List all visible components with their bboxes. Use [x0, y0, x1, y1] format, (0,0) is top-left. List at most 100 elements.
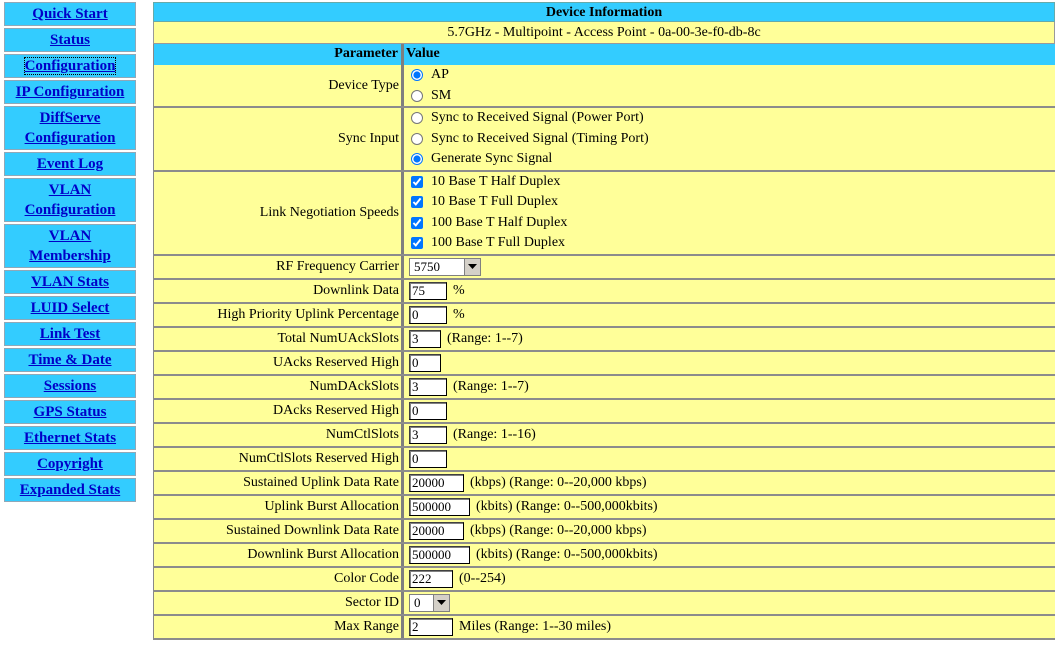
downlink-burst-input[interactable] — [409, 545, 470, 564]
nav-quick-start[interactable]: Quick Start — [4, 2, 136, 26]
total-uack-input[interactable] — [409, 329, 441, 348]
sync-power-port-radio[interactable] — [411, 112, 423, 125]
nav-vlan-membership[interactable]: VLAN Membership — [4, 224, 136, 268]
total-uack-range: (Range: 1--7) — [447, 330, 523, 346]
hp-uplink-input[interactable] — [409, 305, 447, 324]
row-link-speeds: Link Negotiation Speeds 10 Base T Half D… — [153, 171, 1055, 256]
nav-diffserve-line-2[interactable]: Configuration — [25, 130, 116, 146]
nav-ethernet-stats-link[interactable]: Ethernet Stats — [24, 430, 116, 446]
nav-event-log-link[interactable]: Event Log — [37, 156, 103, 172]
speed-10-full-option[interactable]: 10 Base T Full Duplex — [409, 192, 567, 213]
nav-copyright-link[interactable]: Copyright — [37, 456, 103, 472]
device-config-panel: Device Information 5.7GHz - Multipoint -… — [153, 2, 1055, 640]
color-code-label: Color Code — [154, 567, 404, 590]
uplink-burst-label: Uplink Burst Allocation — [154, 495, 404, 518]
speed-100-half-option[interactable]: 100 Base T Half Duplex — [409, 213, 567, 234]
speed-10-half-option[interactable]: 10 Base T Half Duplex — [409, 172, 567, 193]
nav-vlan-stats[interactable]: VLAN Stats — [4, 270, 136, 294]
device-type-sm-radio[interactable] — [411, 89, 423, 102]
device-type-ap-option[interactable]: AP — [409, 65, 451, 86]
value-header: Value — [406, 46, 440, 61]
nav-sessions-link[interactable]: Sessions — [44, 378, 97, 394]
chevron-down-icon[interactable] — [433, 594, 449, 611]
numctl-high-input[interactable] — [409, 449, 447, 468]
nav-copyright[interactable]: Copyright — [4, 452, 136, 476]
device-type-ap-radio[interactable] — [411, 69, 423, 82]
hp-uplink-unit: % — [453, 306, 465, 322]
sync-timing-port-radio[interactable] — [411, 132, 423, 145]
sync-timing-port-option[interactable]: Sync to Received Signal (Timing Port) — [409, 129, 649, 150]
nav-ip-configuration-link[interactable]: IP Configuration — [16, 84, 125, 100]
rf-carrier-select[interactable]: 5750 — [409, 257, 481, 276]
row-sustained-downlink: Sustained Downlink Data Rate (kbps) (Ran… — [153, 519, 1055, 544]
chevron-down-icon[interactable] — [464, 258, 480, 275]
sector-id-label: Sector ID — [154, 591, 404, 614]
sector-id-select[interactable]: 0 — [409, 593, 450, 612]
numdack-label: NumDAckSlots — [154, 375, 404, 398]
nav-vlan-config-line-1[interactable]: VLAN — [49, 182, 92, 198]
nav-gps-status[interactable]: GPS Status — [4, 400, 136, 424]
speed-100-half-checkbox[interactable] — [411, 216, 423, 229]
sustained-downlink-input[interactable] — [409, 521, 464, 540]
speed-100-full-checkbox[interactable] — [411, 237, 423, 250]
dacks-high-input[interactable] — [409, 401, 447, 420]
device-type-sm-option[interactable]: SM — [409, 86, 451, 107]
nav-time-date-link[interactable]: Time & Date — [28, 352, 111, 368]
speed-10-full-checkbox[interactable] — [411, 196, 423, 209]
sync-power-port-option[interactable]: Sync to Received Signal (Power Port) — [409, 108, 649, 129]
device-info-subtitle: 5.7GHz - Multipoint - Access Point - 0a-… — [153, 22, 1055, 44]
nav-link-test-link[interactable]: Link Test — [40, 326, 100, 342]
uplink-burst-input[interactable] — [409, 497, 470, 516]
numdack-input[interactable] — [409, 377, 447, 396]
nav-expanded-stats[interactable]: Expanded Stats — [4, 478, 136, 502]
nav-ip-configuration[interactable]: IP Configuration — [4, 80, 136, 104]
sustained-uplink-input[interactable] — [409, 473, 464, 492]
nav-gps-status-link[interactable]: GPS Status — [34, 404, 107, 420]
nav-configuration-link[interactable]: Configuration — [23, 57, 117, 75]
color-code-input[interactable] — [409, 569, 453, 588]
downlink-data-input[interactable] — [409, 281, 447, 300]
nav-expanded-stats-link[interactable]: Expanded Stats — [20, 482, 120, 498]
nav-vlan-membership-line-2[interactable]: Membership — [29, 248, 111, 264]
numctl-label: NumCtlSlots — [154, 423, 404, 446]
downlink-burst-label: Downlink Burst Allocation — [154, 543, 404, 566]
nav-time-date[interactable]: Time & Date — [4, 348, 136, 372]
nav-vlan-stats-link[interactable]: VLAN Stats — [31, 274, 109, 290]
speed-10-half-checkbox[interactable] — [411, 175, 423, 188]
link-speeds-label: Link Negotiation Speeds — [154, 171, 404, 254]
nav-diffserve-line-1[interactable]: DiffServe — [40, 110, 101, 126]
generate-sync-option[interactable]: Generate Sync Signal — [409, 149, 649, 170]
numctl-input[interactable] — [409, 425, 447, 444]
nav-ethernet-stats[interactable]: Ethernet Stats — [4, 426, 136, 450]
row-sustained-uplink: Sustained Uplink Data Rate (kbps) (Range… — [153, 471, 1055, 496]
device-type-sm-text: SM — [431, 87, 452, 103]
nav-configuration[interactable]: Configuration — [4, 54, 136, 78]
nav-quick-start-link[interactable]: Quick Start — [32, 6, 107, 22]
downlink-data-label: Downlink Data — [154, 279, 404, 302]
nav-diffserve-configuration[interactable]: DiffServe Configuration — [4, 106, 136, 150]
downlink-burst-range: (kbits) (Range: 0--500,000kbits) — [476, 546, 658, 562]
nav-sessions[interactable]: Sessions — [4, 374, 136, 398]
max-range-input[interactable] — [409, 617, 453, 636]
nav-vlan-membership-line-1[interactable]: VLAN — [49, 228, 92, 244]
row-numctl-high: NumCtlSlots Reserved High — [153, 447, 1055, 472]
nav-status[interactable]: Status — [4, 28, 136, 52]
speed-100-half-text: 100 Base T Half Duplex — [431, 214, 568, 230]
nav-vlan-configuration[interactable]: VLAN Configuration — [4, 178, 136, 222]
downlink-data-unit: % — [453, 282, 465, 298]
nav-vlan-config-line-2[interactable]: Configuration — [25, 202, 116, 218]
nav-event-log[interactable]: Event Log — [4, 152, 136, 176]
uacks-high-input[interactable] — [409, 353, 441, 372]
uplink-burst-range: (kbits) (Range: 0--500,000kbits) — [476, 498, 658, 514]
rf-carrier-label: RF Frequency Carrier — [154, 255, 404, 278]
speed-100-full-option[interactable]: 100 Base T Full Duplex — [409, 233, 567, 254]
nav-luid-select[interactable]: LUID Select — [4, 296, 136, 320]
hp-uplink-label: High Priority Uplink Percentage — [154, 303, 404, 326]
uacks-high-label: UAcks Reserved High — [154, 351, 404, 374]
speed-100-full-text: 100 Base T Full Duplex — [431, 235, 566, 251]
generate-sync-radio[interactable] — [411, 153, 423, 166]
nav-status-link[interactable]: Status — [50, 32, 90, 48]
side-navigation: Quick Start Status Configuration IP Conf… — [4, 2, 136, 504]
nav-luid-select-link[interactable]: LUID Select — [31, 300, 110, 316]
nav-link-test[interactable]: Link Test — [4, 322, 136, 346]
